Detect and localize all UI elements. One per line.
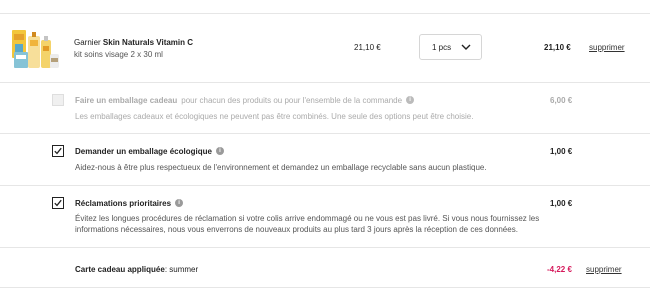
option-title-text: Faire un emballage cadeau — [75, 96, 178, 105]
option-title: Faire un emballage cadeau pour chacun des… — [75, 95, 415, 105]
option-title: Demander un emballage écologique i — [75, 146, 224, 156]
option-price: 1,00 € — [550, 147, 573, 156]
divider — [0, 185, 650, 186]
eco-packaging-checkbox[interactable] — [52, 145, 64, 157]
gift-card-amount: -4,22 € — [547, 265, 572, 274]
gift-wrap-checkbox[interactable] — [52, 94, 64, 106]
quantity-value: 1 pcs — [432, 43, 452, 52]
product-subtitle: kit soins visage 2 x 30 ml — [74, 50, 163, 59]
product-title: Skin Naturals Vitamin C — [102, 38, 194, 47]
info-icon[interactable]: i — [175, 198, 184, 207]
quantity-select[interactable]: 1 pcs — [419, 34, 482, 60]
divider — [0, 82, 650, 83]
option-description-line-1: Évitez les longues procédures de réclama… — [75, 214, 540, 223]
option-price: 6,00 € — [550, 96, 573, 105]
divider — [0, 247, 650, 248]
option-title-text: Demander un emballage écologique — [75, 147, 212, 156]
gift-card-label: Carte cadeau appliquée: summer — [75, 265, 198, 274]
option-title-text: Réclamations prioritaires — [75, 199, 172, 208]
remove-gift-card-link[interactable]: supprimer — [586, 265, 622, 274]
unit-price: 21,10 € — [354, 43, 381, 52]
chevron-down-icon — [461, 44, 471, 50]
gift-card-separator: : — [164, 265, 168, 274]
divider — [0, 133, 650, 134]
option-description: Aidez-nous à être plus respectueux de l'… — [75, 163, 487, 172]
gift-card-code: summer — [169, 265, 199, 274]
gift-card-label-text: Carte cadeau appliquée — [75, 265, 165, 274]
option-description: Les emballages cadeaux et écologiques ne… — [75, 112, 474, 121]
remove-product-link[interactable]: supprimer — [589, 43, 625, 52]
bottom-divider — [0, 287, 650, 288]
info-icon[interactable]: i — [406, 95, 415, 104]
option-description-line-2: informations nécessaires, nous vous enve… — [75, 225, 518, 234]
option-extra: pour chacun des produits ou pour l'ensem… — [181, 96, 403, 105]
priority-claims-checkbox[interactable] — [52, 197, 64, 209]
top-divider — [0, 13, 650, 14]
checkmark-icon — [54, 199, 62, 207]
info-icon[interactable]: i — [215, 146, 224, 155]
checkmark-icon — [54, 147, 62, 155]
line-total: 21,10 € — [544, 43, 571, 52]
option-title: Réclamations prioritaires i — [75, 198, 184, 208]
option-price: 1,00 € — [550, 199, 573, 208]
product-brand: Garnier — [74, 38, 101, 47]
product-thumbnail[interactable] — [10, 26, 60, 72]
product-name[interactable]: Garnier Skin Naturals Vitamin C — [74, 38, 193, 47]
